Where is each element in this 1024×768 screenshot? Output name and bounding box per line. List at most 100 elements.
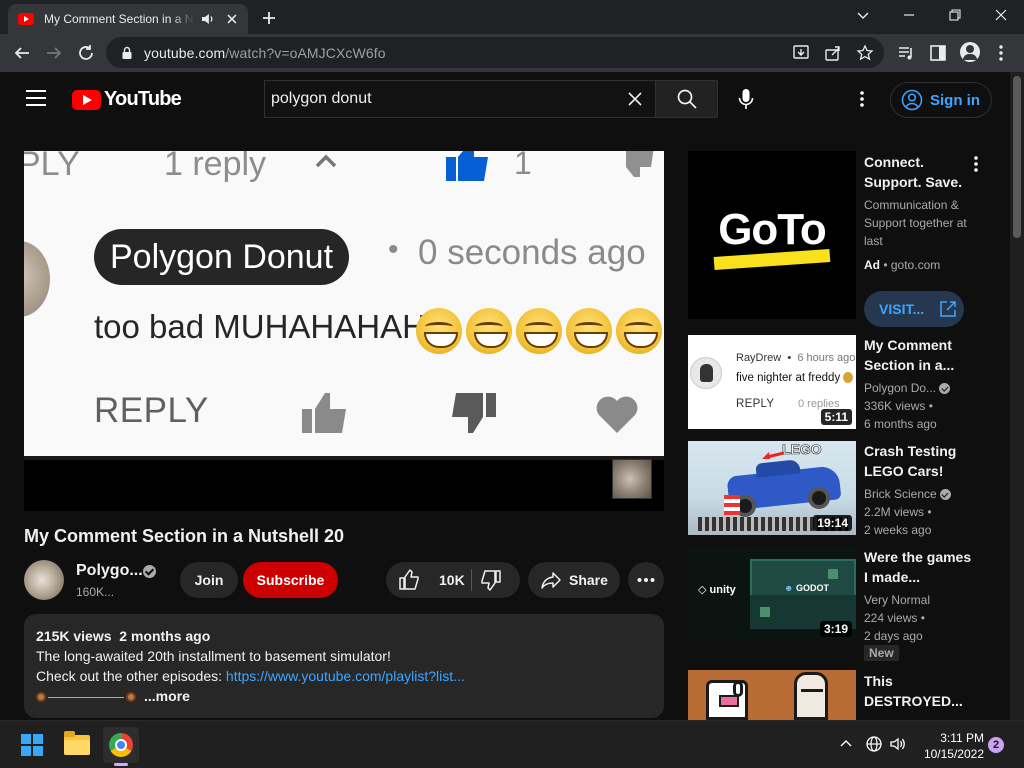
new-badge: New xyxy=(864,645,899,661)
back-button[interactable] xyxy=(10,41,34,65)
thumbs-up-icon[interactable] xyxy=(397,568,421,592)
join-button[interactable]: Join xyxy=(180,562,238,598)
like-divider xyxy=(471,569,472,591)
lock-icon[interactable] xyxy=(120,46,134,60)
ad-title[interactable]: Connect. Support. Save. xyxy=(864,152,974,192)
restore-button[interactable] xyxy=(932,0,978,30)
frame-time-ago: 0 seconds ago xyxy=(418,233,646,272)
join-label: Join xyxy=(194,572,224,588)
start-button[interactable] xyxy=(14,727,50,763)
video-card-title[interactable]: Were the games I made... xyxy=(864,547,974,587)
clock-time: 3:11 PM xyxy=(940,731,984,745)
tab-search-button[interactable] xyxy=(840,0,886,30)
thumb-comment-header: RayDrew • 6 hours ago xyxy=(736,352,856,364)
share-button[interactable]: Share xyxy=(528,562,620,598)
description-line: ...more xyxy=(36,686,652,706)
reload-button[interactable] xyxy=(74,41,98,65)
clear-search-icon[interactable] xyxy=(625,89,645,109)
video-thumbnail[interactable]: unity GODOT 3:19 xyxy=(688,547,856,641)
ad-domain: goto.com xyxy=(890,258,941,272)
show-more-button[interactable]: ...more xyxy=(144,688,190,704)
frame-reply-label: REPLY xyxy=(94,391,209,430)
view-count: 215K views xyxy=(36,628,112,644)
microphone-icon xyxy=(738,89,754,109)
visit-ad-button[interactable]: VISIT... xyxy=(864,291,964,327)
video-thumbnail[interactable] xyxy=(688,670,856,720)
frame-comment-text: too bad MUHAHAHAHA xyxy=(94,308,448,345)
playlist-link[interactable]: https://www.youtube.com/playlist?list... xyxy=(226,668,465,684)
search-input[interactable]: polygon donut xyxy=(264,80,655,118)
upload-age: 2 days ago xyxy=(864,629,923,643)
video-thumbnail[interactable]: RayDrew • 6 hours ago five nighter at fr… xyxy=(688,335,856,429)
address-bar[interactable]: youtube.com/watch?v=oAMJCXcW6fo xyxy=(106,37,884,68)
ad-logo-text: GoTo xyxy=(718,204,827,254)
close-window-button[interactable] xyxy=(978,0,1024,30)
sign-in-button[interactable]: Sign in xyxy=(890,82,992,118)
video-card-channel[interactable]: Brick Science xyxy=(864,485,951,503)
bookmark-star-icon[interactable] xyxy=(856,44,874,62)
close-tab-icon[interactable] xyxy=(224,11,240,27)
more-horizontal-icon xyxy=(637,578,655,582)
subscribe-label: Subscribe xyxy=(256,572,325,588)
notification-badge[interactable]: 2 xyxy=(988,737,1004,753)
chrome-taskbar-button[interactable] xyxy=(103,727,139,763)
unity-logo-text: unity xyxy=(698,583,736,596)
side-panel-icon[interactable] xyxy=(928,43,948,63)
url-host: youtube.com xyxy=(144,44,226,61)
ad-thumbnail[interactable]: GoTo xyxy=(688,151,856,319)
video-card-meta: 2.2M views • 2 weeks ago xyxy=(864,505,932,537)
frame-commenter-name: Polygon Donut xyxy=(110,237,334,276)
arrow-right-icon xyxy=(47,47,62,59)
video-player[interactable]: PLY 1 reply 1 Polygon Donut • 0 seconds … xyxy=(24,151,664,511)
youtube-logo[interactable]: YouTube xyxy=(72,88,182,111)
profile-avatar-icon[interactable] xyxy=(960,42,980,62)
description-line: Check out the other episodes: https://ww… xyxy=(36,666,652,686)
game-block xyxy=(828,569,838,579)
share-page-icon[interactable] xyxy=(824,44,842,62)
video-card-title[interactable]: Crash Testing LEGO Cars! xyxy=(864,441,974,481)
new-tab-icon[interactable] xyxy=(260,9,278,27)
install-app-icon[interactable] xyxy=(792,44,810,62)
frame-separator: • xyxy=(388,233,399,266)
forward-button[interactable] xyxy=(42,41,66,65)
youtube-favicon-icon xyxy=(18,13,34,25)
wheel-icon xyxy=(808,487,830,509)
kebab-menu-icon[interactable] xyxy=(993,43,1009,63)
media-queue-icon[interactable] xyxy=(896,43,916,63)
barrier-block xyxy=(724,495,740,515)
menu-hamburger-icon[interactable] xyxy=(26,90,46,106)
more-actions-button[interactable] xyxy=(628,562,664,598)
scrollbar-thumb[interactable] xyxy=(1013,76,1021,238)
channel-avatar[interactable] xyxy=(24,560,64,600)
channel-name[interactable]: Polygo... xyxy=(76,562,143,580)
like-count[interactable]: 10K xyxy=(439,572,465,588)
thumbs-up-icon xyxy=(302,393,346,433)
video-card-channel[interactable]: Polygon Do... xyxy=(864,379,951,397)
file-explorer-button[interactable] xyxy=(59,727,95,763)
ad-kebab-icon[interactable] xyxy=(966,154,986,174)
globe-icon[interactable] xyxy=(865,735,883,753)
grin-emoji-icon xyxy=(516,308,562,354)
video-card-title[interactable]: This DESTROYED... xyxy=(864,671,974,711)
view-count: 224 views xyxy=(864,611,918,625)
system-clock[interactable]: 3:11 PM 10/15/2022 xyxy=(918,730,984,762)
youtube-play-icon xyxy=(72,89,101,110)
subscribe-button[interactable]: Subscribe xyxy=(243,562,338,598)
thumbs-down-icon[interactable] xyxy=(479,568,503,592)
thumbs-up-icon xyxy=(446,151,488,181)
video-card-title[interactable]: My Comment Section in a... xyxy=(864,335,974,375)
volume-icon[interactable] xyxy=(889,735,907,753)
description-box[interactable]: 215K views 2 months ago The long-awaited… xyxy=(24,614,664,718)
video-card-meta: 224 views • 2 days ago xyxy=(864,611,925,643)
settings-kebab-icon[interactable] xyxy=(852,89,872,109)
search-button[interactable] xyxy=(655,80,718,118)
page-scrollbar[interactable] xyxy=(1010,72,1024,720)
speaker-icon[interactable] xyxy=(200,11,216,27)
ad-sponsor-line: Ad • goto.com xyxy=(864,258,941,272)
video-thumbnail[interactable]: LEGO 19:14 xyxy=(688,441,856,535)
voice-search-button[interactable] xyxy=(730,84,762,114)
minimize-button[interactable] xyxy=(886,0,932,30)
video-card-channel[interactable]: Very Normal xyxy=(864,591,930,609)
browser-tab[interactable]: My Comment Section in a Nutshell 20 - Yo… xyxy=(8,4,248,34)
chevron-up-icon[interactable] xyxy=(838,735,854,753)
